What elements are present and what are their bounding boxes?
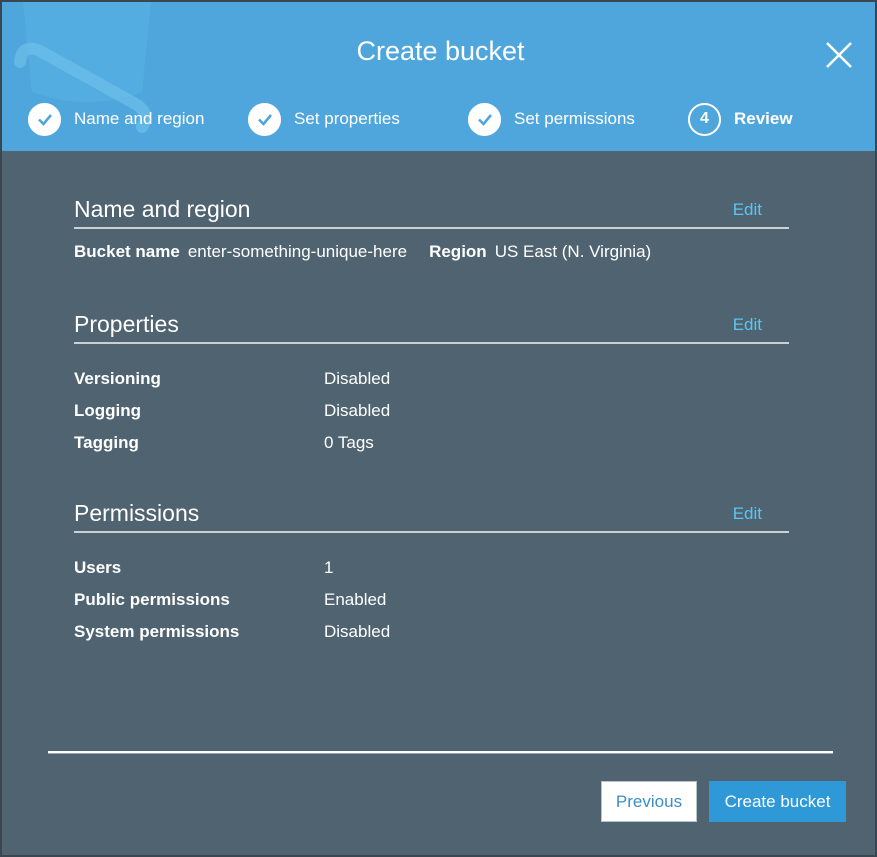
edit-properties-link[interactable]: Edit bbox=[733, 315, 762, 335]
permission-key: Public permissions bbox=[74, 590, 230, 609]
bucket-name-value: enter-something-unique-here bbox=[187, 242, 408, 261]
section-title: Properties bbox=[74, 311, 179, 337]
name-region-summary: Bucket name enter-something-unique-here Re… bbox=[74, 242, 673, 262]
region-value: US East (N. Virginia) bbox=[494, 242, 652, 261]
modal-title: Create bucket bbox=[356, 36, 525, 66]
section-header: Permissions Edit bbox=[74, 493, 789, 533]
permissions-section: Permissions Edit Users 1 Public permissi… bbox=[74, 493, 789, 663]
region-label: Region bbox=[429, 242, 487, 261]
step-number: 4 bbox=[688, 102, 721, 136]
modal-header: Create bucket Name and region Set proper… bbox=[2, 2, 875, 151]
footer-divider bbox=[48, 751, 833, 754]
name-region-section: Name and region Edit Bucket name enter-so… bbox=[74, 189, 789, 279]
property-key: Versioning bbox=[74, 369, 161, 388]
wizard-steps: Name and region Set properties Set permi… bbox=[2, 102, 875, 138]
step-name-and-region[interactable]: Name and region bbox=[28, 102, 204, 136]
step-review[interactable]: 4 Review bbox=[688, 102, 793, 136]
edit-permissions-link[interactable]: Edit bbox=[733, 504, 762, 524]
property-value: Disabled bbox=[324, 401, 391, 420]
permission-value: Disabled bbox=[324, 622, 391, 641]
check-circle-icon bbox=[468, 102, 501, 136]
permission-key: Users bbox=[74, 558, 122, 577]
create-bucket-button[interactable]: Create bucket bbox=[709, 781, 846, 822]
section-title: Permissions bbox=[74, 500, 200, 526]
section-title: Name and region bbox=[74, 196, 251, 222]
property-key: Tagging bbox=[74, 433, 139, 452]
property-value: Disabled bbox=[324, 369, 391, 388]
permission-key: System permissions bbox=[74, 622, 240, 641]
edit-name-region-link[interactable]: Edit bbox=[733, 200, 762, 220]
step-label: Set properties bbox=[294, 109, 400, 128]
step-label: Set permissions bbox=[514, 109, 635, 128]
bucket-name-label: Bucket name bbox=[74, 242, 180, 261]
step-set-properties[interactable]: Set properties bbox=[248, 102, 400, 136]
properties-section: Properties Edit Versioning Disabled Logg… bbox=[74, 304, 789, 474]
step-set-permissions[interactable]: Set permissions bbox=[468, 102, 635, 136]
check-circle-icon bbox=[248, 102, 281, 136]
property-value: 0 Tags bbox=[324, 433, 374, 452]
step-label: Name and region bbox=[74, 109, 205, 128]
permission-value: Enabled bbox=[324, 590, 387, 609]
permission-value: 1 bbox=[324, 558, 334, 577]
section-header: Name and region Edit bbox=[74, 189, 789, 229]
property-key: Logging bbox=[74, 401, 142, 420]
step-label: Review bbox=[734, 109, 793, 128]
previous-button[interactable]: Previous bbox=[601, 781, 697, 822]
close-icon[interactable] bbox=[822, 38, 856, 72]
section-header: Properties Edit bbox=[74, 304, 789, 344]
create-bucket-modal: Create bucket Name and region Set proper… bbox=[0, 0, 877, 857]
check-circle-icon bbox=[28, 102, 61, 136]
